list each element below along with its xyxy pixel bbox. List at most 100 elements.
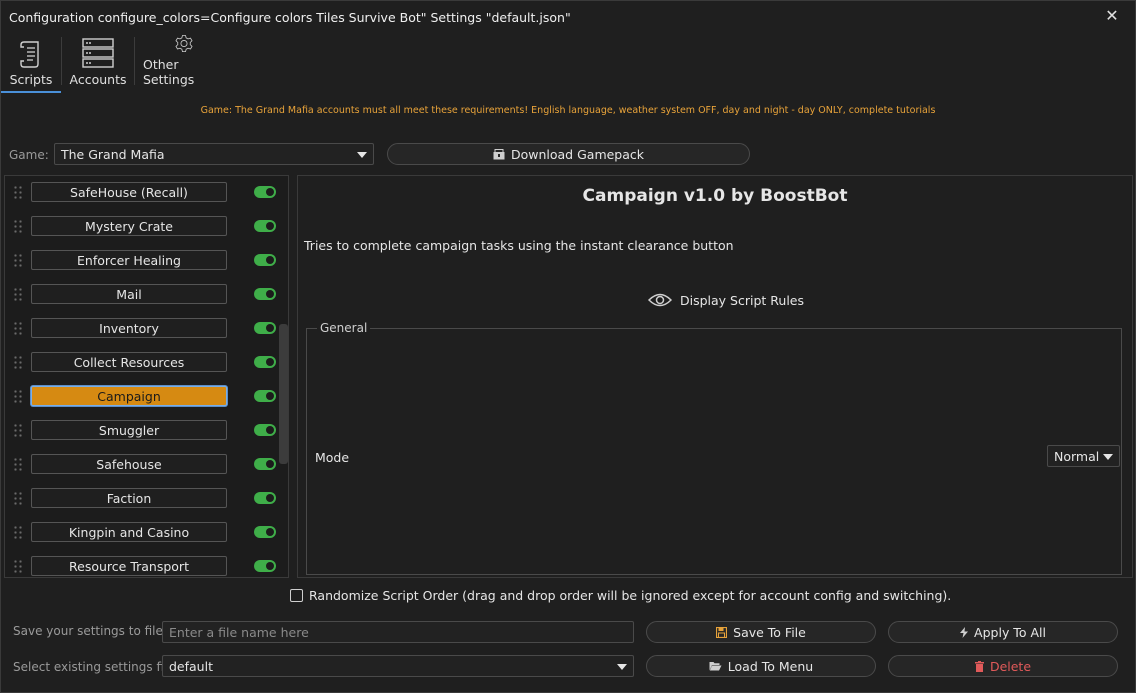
script-enabled-toggle[interactable] [254,390,276,402]
list-item[interactable]: Smuggler [5,414,276,448]
general-settings-group: General Mode Normal [306,321,1122,575]
eye-icon [648,293,672,307]
randomize-order-row: Randomize Script Order (drag and drop or… [290,588,951,603]
script-title: Campaign v1.0 by BoostBot [582,186,848,206]
list-item[interactable]: Mystery Crate [5,210,276,244]
save-settings-label: Save your settings to file [13,624,163,638]
group-title: General [317,321,371,335]
floppy-disk-icon [716,626,728,638]
load-to-menu-label: Load To Menu [727,658,814,674]
script-button[interactable]: Kingpin and Casino [31,522,227,542]
drag-handle-icon[interactable] [13,525,22,540]
gear-icon [175,35,193,53]
list-item[interactable]: Campaign [5,380,276,414]
script-button[interactable]: Collect Resources [31,352,227,372]
window-title: Configuration configure_colors=Configure… [9,9,571,25]
tab-other-settings[interactable]: Other Settings [135,33,233,91]
tab-other-settings-label: Other Settings [143,57,195,87]
drag-handle-icon[interactable] [13,491,22,506]
tab-scripts[interactable]: Scripts [1,33,61,93]
list-item[interactable]: SafeHouse (Recall) [5,176,276,210]
title-bar: Configuration configure_colors=Configure… [1,1,1135,33]
script-button[interactable]: SafeHouse (Recall) [31,182,227,202]
display-script-rules-button[interactable]: Display Script Rules [648,292,804,308]
download-gamepack-button[interactable]: Download Gamepack [387,143,750,165]
select-settings-label: Select existing settings file [13,660,175,674]
script-button[interactable]: Resource Transport [31,556,227,576]
script-enabled-toggle[interactable] [254,356,276,368]
drag-handle-icon[interactable] [13,389,22,404]
list-item[interactable]: Enforcer Healing [5,244,276,278]
scrollbar-thumb[interactable] [279,324,288,464]
list-item[interactable]: Kingpin and Casino [5,516,276,550]
save-to-file-label: Save To File [733,624,806,640]
mode-select-value: Normal [1054,448,1100,464]
script-button[interactable]: Faction [31,488,227,508]
script-enabled-toggle[interactable] [254,186,276,198]
tab-accounts[interactable]: Accounts [62,33,134,91]
apply-to-all-button[interactable]: Apply To All [888,621,1118,643]
drag-handle-icon[interactable] [13,355,22,370]
list-item[interactable]: Inventory [5,312,276,346]
script-enabled-toggle[interactable] [254,492,276,504]
tab-scripts-label: Scripts [9,72,53,87]
load-to-menu-button[interactable]: Load To Menu [646,655,876,677]
randomize-order-checkbox[interactable] [290,589,303,602]
drag-handle-icon[interactable] [13,559,22,574]
script-button[interactable]: Mail [31,284,227,304]
drag-handle-icon[interactable] [13,287,22,302]
save-to-file-button[interactable]: Save To File [646,621,876,643]
tab-accounts-label: Accounts [69,72,127,87]
drag-handle-icon[interactable] [13,185,22,200]
script-enabled-toggle[interactable] [254,322,276,334]
close-icon[interactable]: ✕ [1103,7,1121,25]
script-enabled-toggle[interactable] [254,220,276,232]
trash-icon [974,660,984,672]
file-name-input[interactable] [169,624,633,640]
drag-handle-icon[interactable] [13,321,22,336]
drag-handle-icon[interactable] [13,253,22,268]
script-enabled-toggle[interactable] [254,288,276,300]
list-item[interactable]: Faction [5,482,276,516]
script-button[interactable]: Enforcer Healing [31,250,227,270]
script-enabled-toggle[interactable] [254,526,276,538]
scroll-icon [20,41,39,68]
apply-to-all-label: Apply To All [974,624,1046,640]
script-detail-panel: Campaign v1.0 by BoostBot Tries to compl… [297,175,1133,578]
script-enabled-toggle[interactable] [254,254,276,266]
script-button[interactable]: Safehouse [31,454,227,474]
file-name-input-wrapper [162,621,634,643]
mode-select[interactable]: Normal [1047,445,1120,467]
drag-handle-icon[interactable] [13,423,22,438]
script-button[interactable]: Campaign [31,386,227,406]
folder-open-icon [709,662,722,671]
settings-file-select-value: default [169,658,213,674]
lightning-icon [960,626,969,638]
main-toolbar: Scripts Accounts Other Settings [1,33,1135,93]
list-item[interactable]: Mail [5,278,276,312]
script-enabled-toggle[interactable] [254,560,276,572]
drag-handle-icon[interactable] [13,457,22,472]
script-enabled-toggle[interactable] [254,458,276,470]
game-label: Game: [9,148,49,162]
mode-label: Mode [315,450,350,465]
list-item[interactable]: Resource Transport [5,550,276,577]
script-description: Tries to complete campaign tasks using t… [304,238,734,253]
script-enabled-toggle[interactable] [254,424,276,436]
game-select[interactable]: The Grand Mafia [54,143,374,165]
list-item[interactable]: Collect Resources [5,346,276,380]
display-script-rules-label: Display Script Rules [680,292,804,308]
script-list: SafeHouse (Recall) Mystery Crate Enforcer … [4,175,289,578]
server-rack-icon [82,38,114,68]
drag-handle-icon[interactable] [13,219,22,234]
configuration-window: Configuration configure_colors=Configure… [0,0,1136,693]
script-button[interactable]: Mystery Crate [31,216,227,236]
chevron-down-icon [1103,454,1113,460]
script-button[interactable]: Inventory [31,318,227,338]
delete-button[interactable]: Delete [888,655,1118,677]
script-button[interactable]: Smuggler [31,420,227,440]
settings-file-select[interactable]: default [162,655,634,677]
download-gamepack-label: Download Gamepack [510,146,645,162]
list-item[interactable]: Safehouse [5,448,276,482]
delete-label: Delete [989,658,1032,674]
